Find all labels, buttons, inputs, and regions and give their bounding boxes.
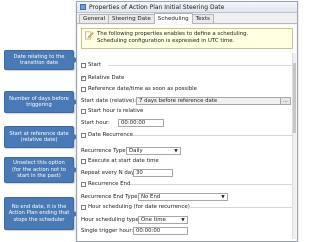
recurrence-type-select[interactable]: Daily ▼ [126,147,181,155]
tab-strip: General Steering Date Scheduling Texts [77,13,297,24]
start-hour-relative-label: Start hour is relative [88,108,144,114]
relative-date-checkbox[interactable]: ✓ [81,76,86,81]
tab-general[interactable]: General [79,14,110,23]
info-box: The following properties enables to defi… [81,28,293,49]
start-hour-field[interactable]: 00:00:00 [118,119,164,127]
callout-no-end-date: No end date, it is the Action Plan endin… [4,197,78,230]
info-line: The following properties enables to defi… [97,31,249,37]
hour-scheduling-type-label: Hour scheduling type: [81,217,141,223]
recurrence-end-type-label: Recurrence End Type: [81,194,140,200]
callout-text: Date relating to the transition date [13,53,65,66]
callout-reference-date: Start at reference date (relative date) [4,126,78,148]
vertical-scrollbar[interactable] [292,53,296,239]
section-divider [108,65,293,66]
single-trigger-hour-field[interactable]: 00:00:00 [133,227,188,235]
repeat-every-field[interactable]: 30 [133,169,173,177]
ellipsis-button[interactable]: ... [280,98,290,104]
section-divider [133,135,293,136]
repeat-every-label: Repeat every N days: [81,170,139,176]
callout-days-before: Number of days before triggering [4,91,78,113]
pencil-icon [85,31,94,40]
recurrence-end-label: Recurrence End [88,181,131,187]
callout-text: Number of days before triggering [9,95,69,108]
reference-date-asap-label: Reference date/time as soon as possible [88,86,197,92]
execute-at-start-label: Execute at start date time [88,158,159,164]
start-hour-label: Start hour: [81,120,110,126]
scheduling-panel: The following properties enables to defi… [78,25,296,241]
start-label: Start [88,62,102,68]
chevron-down-icon: ▼ [174,148,178,154]
tab-scheduling[interactable]: Scheduling [153,13,193,24]
start-hour-relative-checkbox[interactable] [81,109,86,114]
info-line: Scheduling configuration is expressed in… [97,37,235,44]
tab-steering-date[interactable]: Steering Date [108,14,155,23]
relative-date-label: Relative Date [88,75,125,81]
callout-text: Unselect this option (for the action not… [12,160,66,180]
recurrence-end-type-value: No End [141,194,161,200]
hour-scheduling-type-select[interactable]: One time ▼ [138,216,188,224]
recurrence-end-checkbox[interactable] [81,182,86,187]
callout-text: Start at reference date (relative date) [9,130,69,143]
date-recurrence-checkbox[interactable] [81,133,86,138]
section-divider [188,207,293,208]
execute-at-start-checkbox[interactable] [81,159,86,164]
hour-scheduling-checkbox[interactable] [81,205,86,210]
tab-texts[interactable]: Texts [191,14,214,23]
repeat-every-value: 30 [136,170,143,176]
window-icon [80,4,86,10]
recurrence-type-label: Recurrence Type: [81,148,128,154]
recurrence-end-type-select[interactable]: No End ▼ [138,193,228,201]
recurrence-type-value: Daily [129,148,143,154]
callout-relative-date: Date relating to the transition date [4,50,78,70]
start-date-relative-field[interactable]: 7 days before reference date ... [136,97,291,105]
single-trigger-hour-value: 00:00:00 [136,228,161,234]
start-checkbox[interactable] [81,63,86,68]
window-title: Properties of Action Plan Initial Steeri… [89,3,225,11]
properties-dialog: Properties of Action Plan Initial Steeri… [76,1,298,242]
reference-date-asap-checkbox[interactable] [81,87,86,92]
callout-text: No end date, it is the Action Plan endin… [8,203,70,223]
start-date-relative-label: Start date (relative): [81,98,137,104]
scroll-thumb[interactable] [293,63,296,133]
single-trigger-hour-label: Single trigger hour: [81,228,134,234]
start-date-relative-value: 7 days before reference date [139,98,218,104]
section-divider [130,184,293,185]
chevron-down-icon: ▼ [181,217,185,223]
hour-scheduling-type-value: One time [141,217,166,223]
title-bar[interactable]: Properties of Action Plan Initial Steeri… [77,2,297,13]
callout-unselect-option: Unselect this option (for the action not… [4,157,78,183]
hour-scheduling-label: Hour scheduling (for date recurrence) [88,204,190,210]
date-recurrence-label: Date Recurrence [88,132,134,138]
chevron-down-icon: ▼ [221,194,225,200]
start-hour-value: 00:00:00 [121,120,146,126]
